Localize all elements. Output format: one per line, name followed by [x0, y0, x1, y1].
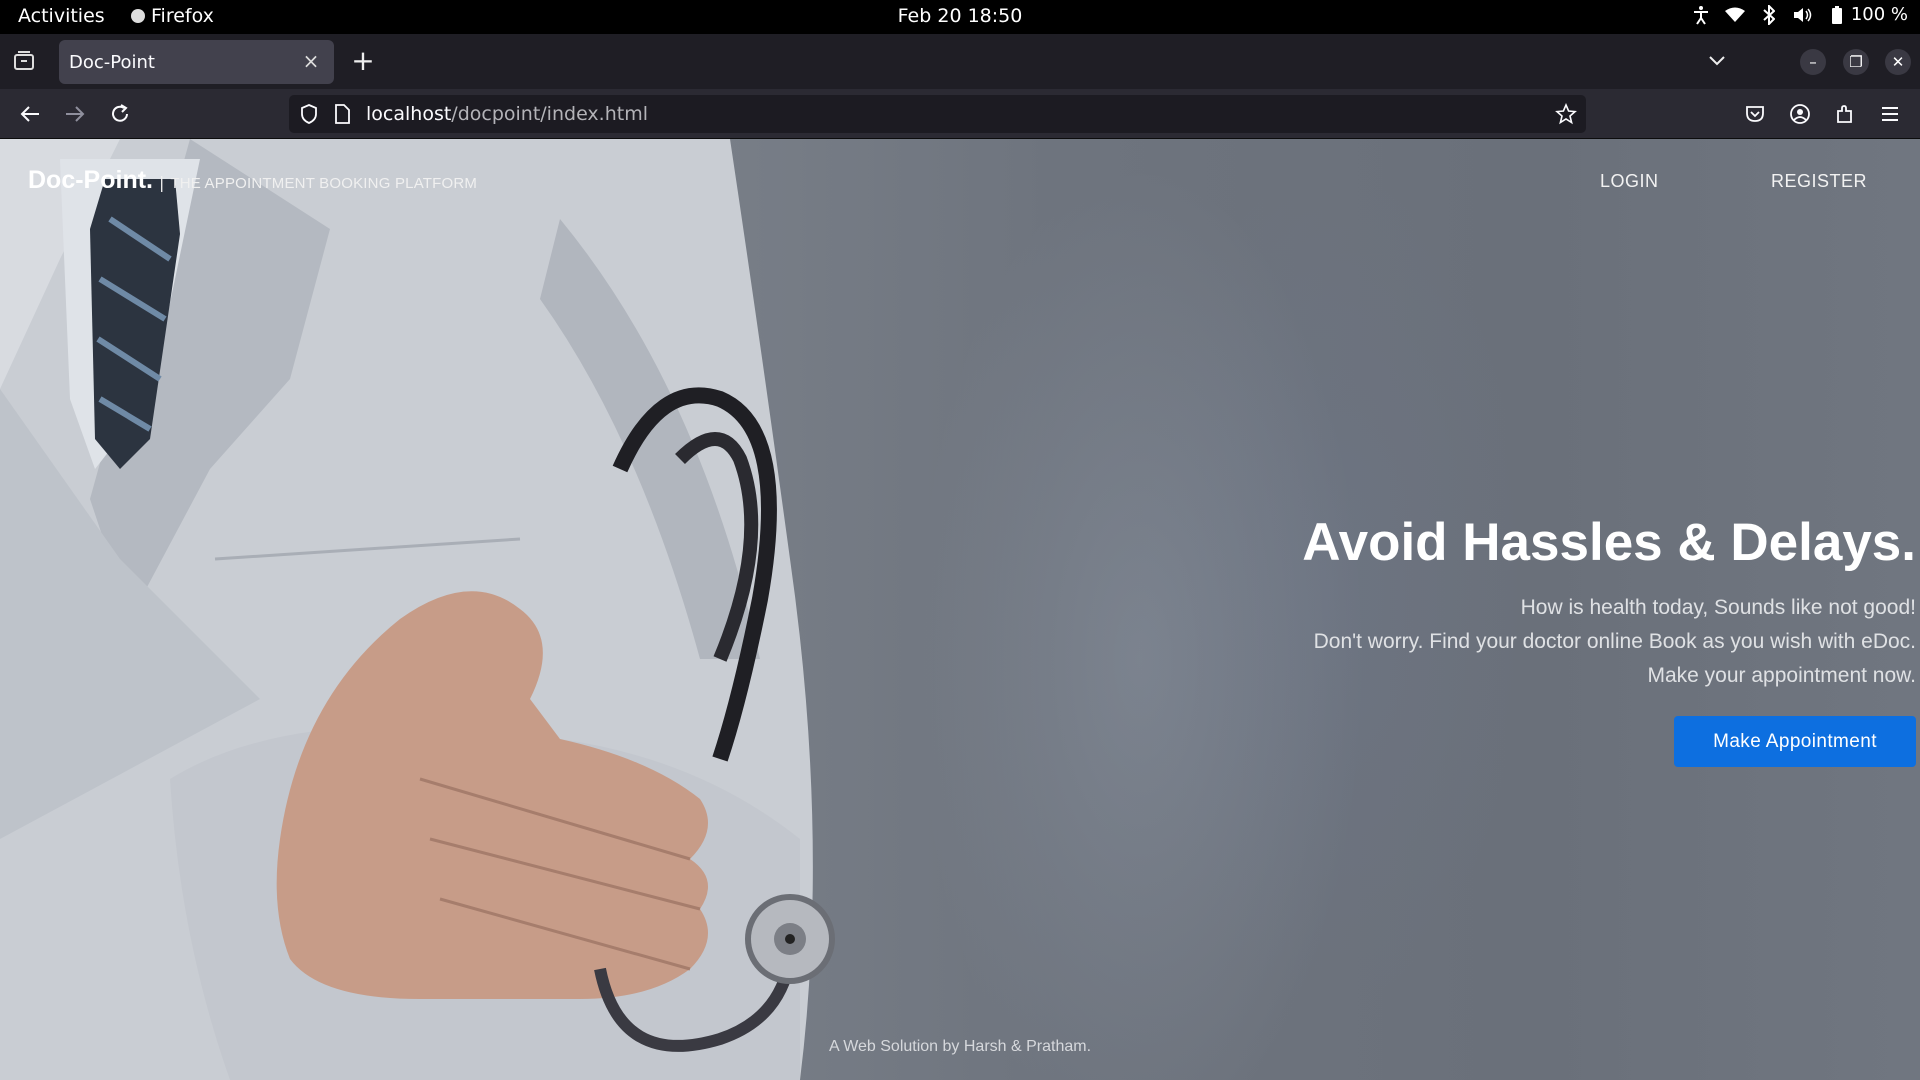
shield-icon[interactable] [298, 103, 320, 129]
bluetooth-icon[interactable] [1759, 4, 1779, 25]
url-text[interactable]: localhost/docpoint/index.html [366, 103, 648, 125]
url-bar[interactable]: localhost/docpoint/index.html [289, 95, 1586, 133]
restore-icon[interactable]: ❐ [1843, 49, 1869, 75]
star-icon[interactable] [1555, 102, 1577, 129]
url-path: /docpoint/index.html [451, 103, 648, 125]
battery-status[interactable]: 100 % [1827, 4, 1908, 25]
accessibility-icon[interactable] [1691, 5, 1711, 25]
battery-percent: 100 % [1850, 4, 1908, 25]
make-appointment-button[interactable]: Make Appointment [1674, 716, 1916, 767]
tab-docpoint[interactable]: Doc-Point × [59, 40, 334, 84]
url-host: localhost [366, 103, 452, 125]
footer-credit: A Web Solution by Harsh & Pratham. [828, 1038, 1092, 1055]
firefox-view-icon[interactable] [12, 49, 38, 75]
new-tab-icon[interactable]: + [350, 47, 376, 75]
hero-description: How is health today, Sounds like not goo… [1314, 591, 1916, 693]
tab-strip: Doc-Point × + – ❐ ✕ [0, 34, 1920, 89]
forward-arrow-icon[interactable] [61, 100, 89, 128]
brand-separator: | [159, 173, 165, 192]
hero-line-3: Make your appointment now. [1647, 664, 1917, 687]
volume-icon[interactable] [1793, 5, 1813, 25]
hero-title: Avoid Hassles & Delays. [1302, 513, 1916, 572]
site-tagline: THE APPOINTMENT BOOKING PLATFORM [170, 175, 478, 192]
minimize-icon[interactable]: – [1800, 49, 1826, 75]
reload-icon[interactable] [106, 100, 134, 128]
battery-icon [1827, 5, 1847, 25]
close-tab-icon[interactable]: × [300, 50, 322, 72]
chevron-down-icon[interactable] [1705, 48, 1731, 74]
page-content: Doc-Point. | THE APPOINTMENT BOOKING PLA… [0, 139, 1920, 1080]
hero-line-1: How is health today, Sounds like not goo… [1520, 596, 1916, 619]
login-link[interactable]: LOGIN [1600, 171, 1659, 192]
navigation-toolbar: localhost/docpoint/index.html [0, 89, 1920, 139]
back-arrow-icon[interactable] [16, 100, 44, 128]
doctor-hero-image [0, 139, 835, 1080]
pocket-icon[interactable] [1741, 100, 1769, 128]
menu-icon[interactable] [1876, 100, 1904, 128]
system-tray[interactable]: 100 % [1691, 4, 1908, 25]
account-icon[interactable] [1786, 100, 1814, 128]
close-window-icon[interactable]: ✕ [1885, 49, 1911, 75]
register-link[interactable]: REGISTER [1771, 171, 1867, 192]
site-brand[interactable]: Doc-Point. | THE APPOINTMENT BOOKING PLA… [28, 166, 477, 195]
page-icon[interactable] [333, 104, 351, 128]
hero-line-2: Don't worry. Find your doctor online Boo… [1313, 630, 1916, 653]
tab-title: Doc-Point [69, 51, 155, 73]
system-top-bar: Activities Firefox Feb 20 18:50 100 % [0, 0, 1920, 34]
site-logo-text[interactable]: Doc-Point. [28, 166, 153, 195]
extensions-icon[interactable] [1831, 100, 1859, 128]
wifi-icon[interactable] [1724, 5, 1745, 25]
clock[interactable]: Feb 20 18:50 [0, 5, 1920, 27]
